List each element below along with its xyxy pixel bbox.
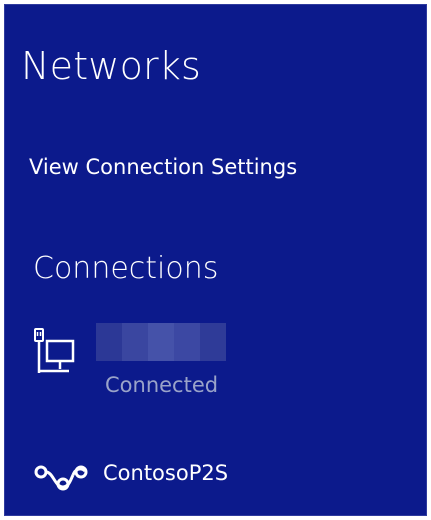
view-connection-settings-link[interactable]: View Connection Settings	[29, 153, 297, 181]
connection-status: Connected	[105, 373, 219, 397]
networks-flyout: Networks View Connection Settings Connec…	[4, 4, 427, 516]
vpn-icon	[33, 463, 89, 497]
wired-network-icon	[29, 327, 77, 381]
connection-item-wired[interactable]: Connected	[23, 317, 403, 407]
connections-heading: Connections	[33, 251, 219, 286]
connection-name: ContosoP2S	[103, 461, 229, 485]
panel-title: Networks	[21, 44, 202, 88]
connection-name-redacted	[96, 323, 226, 361]
connection-item-vpn[interactable]: ContosoP2S	[23, 445, 403, 501]
